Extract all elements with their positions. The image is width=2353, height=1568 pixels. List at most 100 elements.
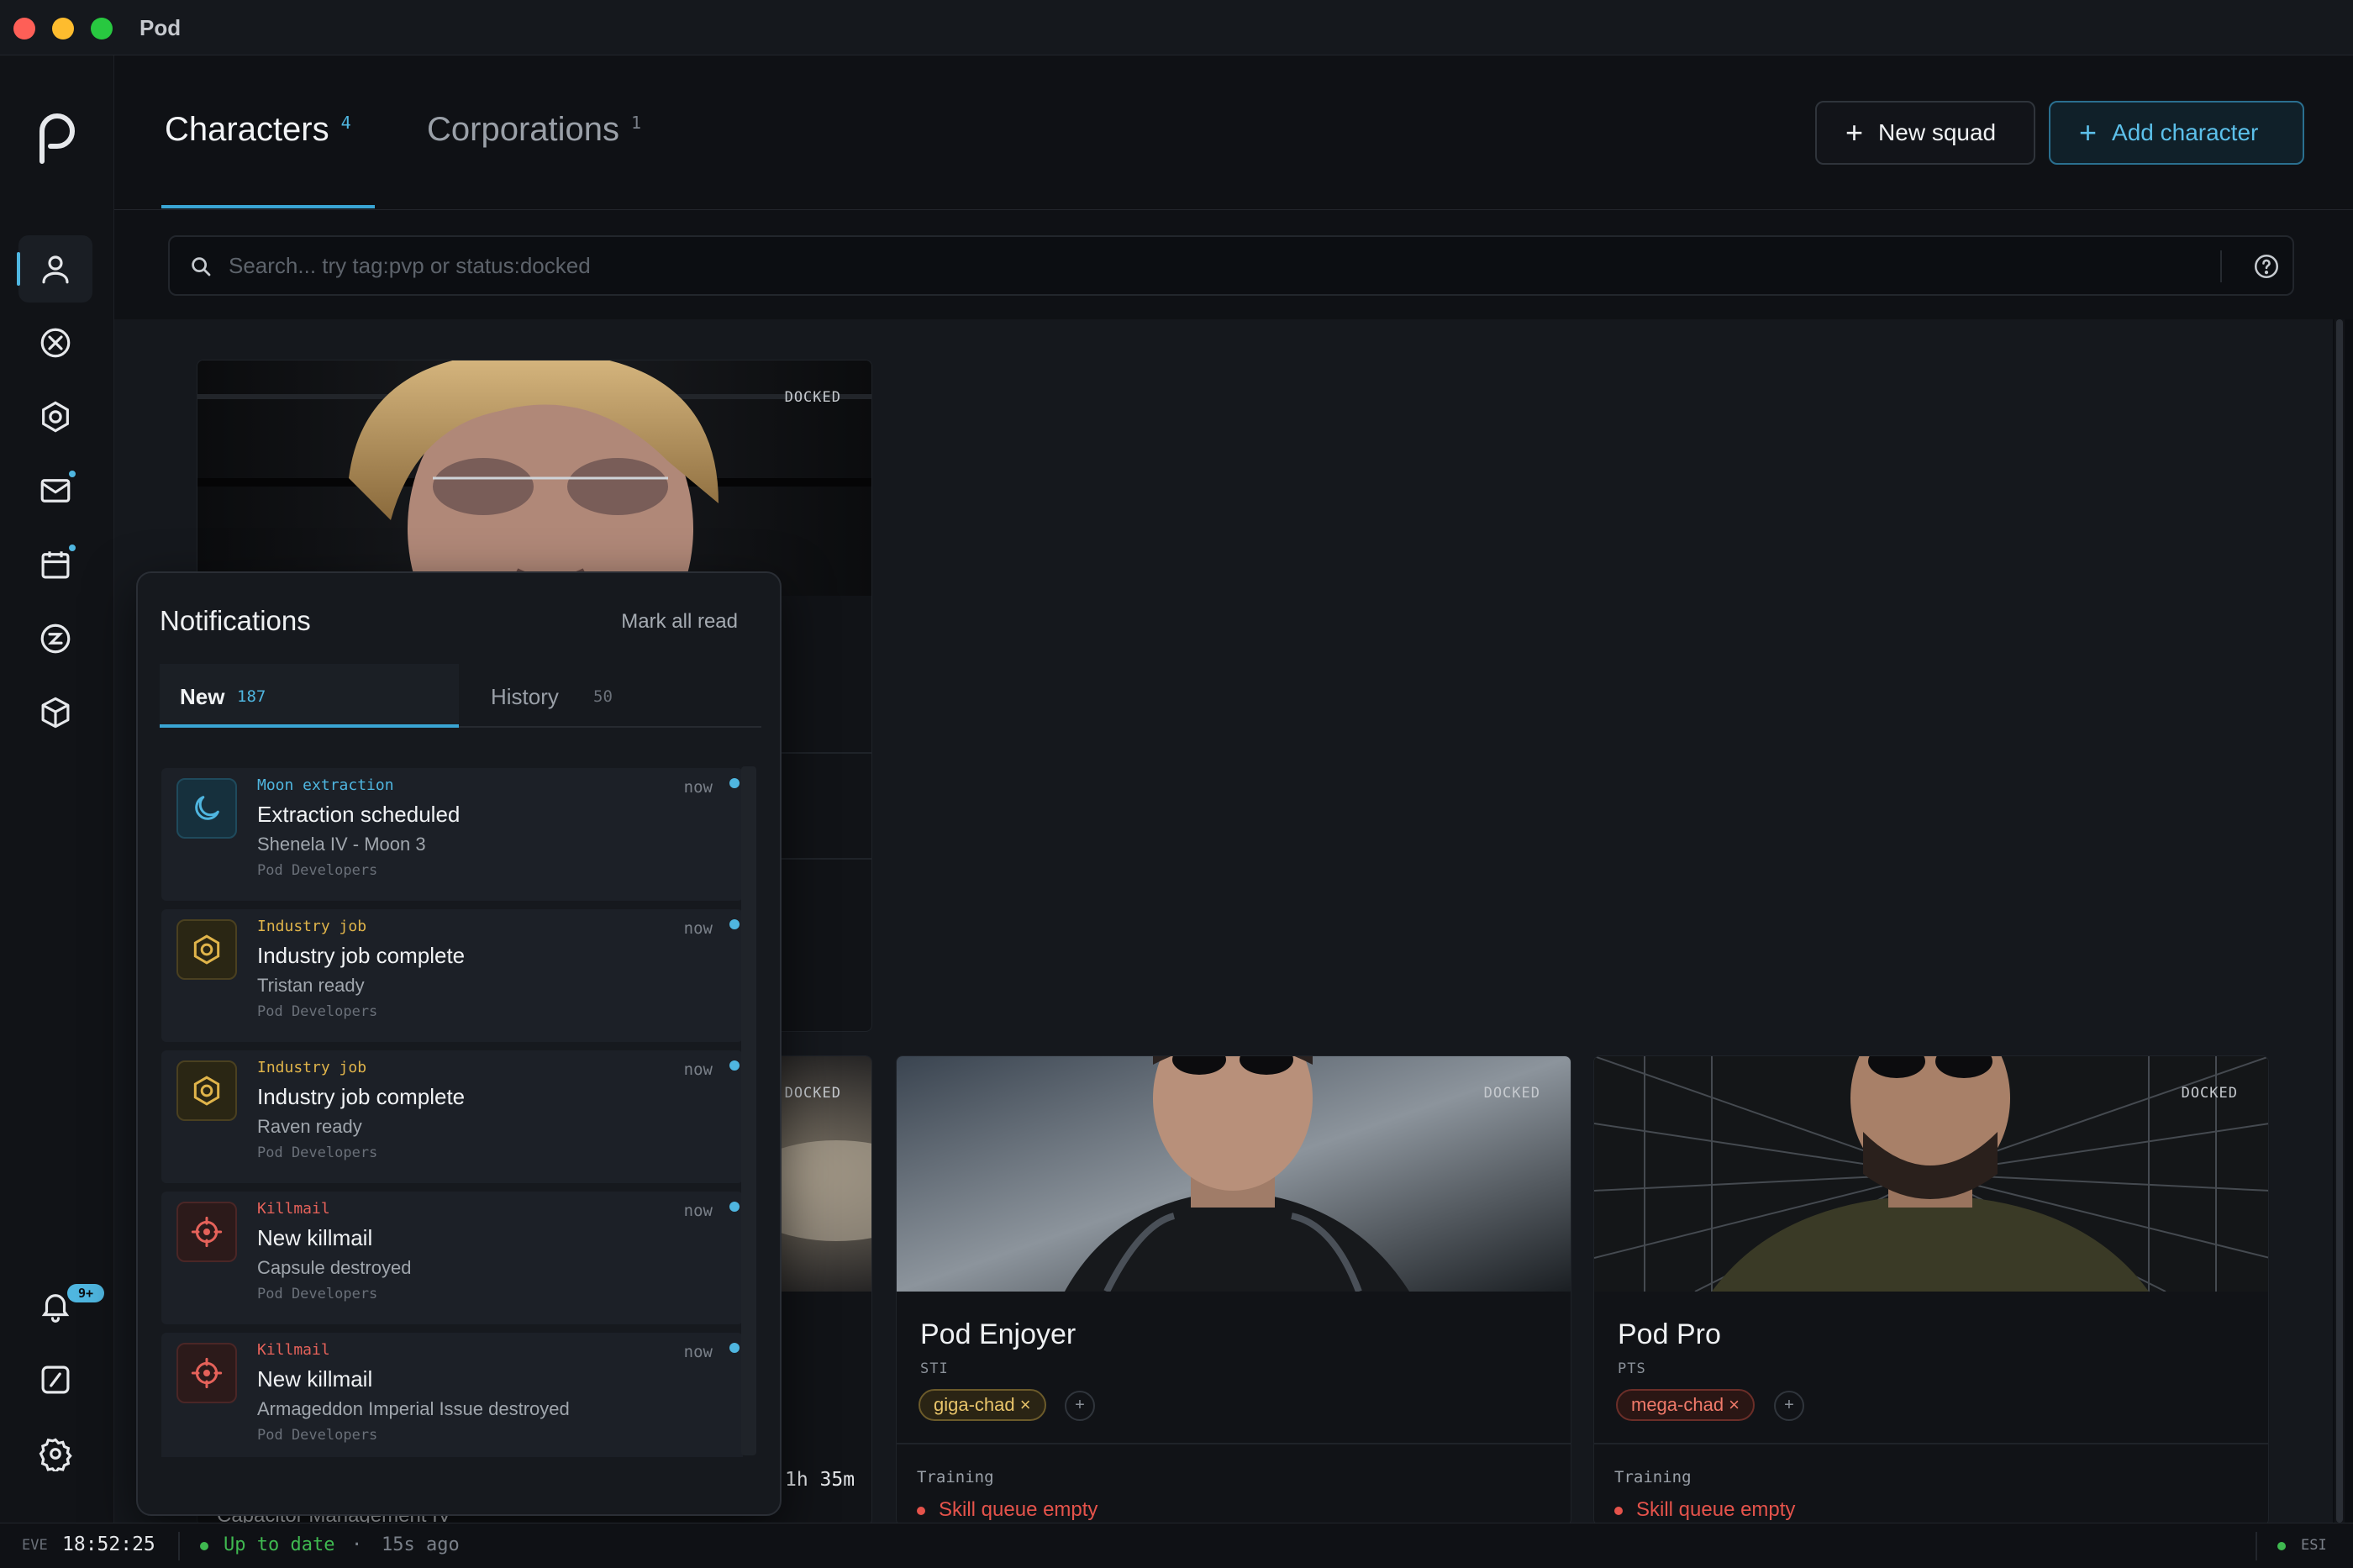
notification-subtitle: Raven ready — [257, 1116, 362, 1137]
notification-icon-box — [176, 1202, 237, 1262]
sidebar-item-mail[interactable] — [18, 457, 92, 524]
character-portrait: DOCKED — [897, 1056, 1571, 1292]
notification-title: Extraction scheduled — [257, 802, 461, 827]
new-squad-button[interactable]: + New squad — [1815, 101, 2035, 165]
notification-category: Industry job — [257, 918, 367, 935]
docked-status-badge: DOCKED — [1483, 1085, 1540, 1102]
notification-item[interactable]: Killmail New killmail Capsule destroyed … — [161, 1192, 743, 1324]
search-bar-container — [114, 210, 2353, 319]
add-tag-button[interactable]: + — [1774, 1391, 1804, 1421]
character-tag[interactable]: giga-chad × — [919, 1389, 1046, 1421]
notification-category: Killmail — [257, 1341, 330, 1359]
plus-icon: + — [2079, 115, 2098, 150]
docked-status-badge: DOCKED — [784, 1085, 841, 1102]
esi-label: ESI — [2301, 1537, 2327, 1554]
title-bar: Pod — [0, 0, 2353, 55]
character-name[interactable]: Pod Enjoyer — [920, 1318, 1076, 1351]
training-label: Training — [1614, 1468, 1692, 1486]
notification-org: Pod Developers — [257, 1286, 378, 1302]
tab-new-count: 187 — [237, 687, 266, 706]
plus-icon: + — [1845, 115, 1864, 150]
notification-category: Industry job — [257, 1059, 367, 1076]
notification-subtitle: Shenela IV - Moon 3 — [257, 834, 426, 855]
window-title: Pod — [139, 15, 182, 40]
close-window-button[interactable] — [13, 18, 35, 39]
unread-dot — [729, 778, 740, 788]
status-divider — [178, 1532, 180, 1560]
tab-corporations-count: 1 — [631, 112, 642, 133]
page-scrollbar[interactable] — [2335, 319, 2345, 1523]
sidebar-item-status[interactable] — [18, 1346, 92, 1413]
minimize-window-button[interactable] — [52, 18, 74, 39]
unread-dot — [67, 469, 77, 479]
notification-time: now — [683, 778, 713, 797]
notification-item[interactable]: Industry job Industry job complete Trist… — [161, 909, 743, 1042]
active-tab-indicator — [161, 205, 375, 208]
search-box — [168, 235, 2294, 296]
sidebar-item-calendar[interactable] — [18, 531, 92, 598]
notification-item[interactable]: Industry job Industry job complete Raven… — [161, 1050, 743, 1183]
mail-icon — [40, 479, 71, 502]
page-scrollbar-thumb[interactable] — [2336, 319, 2343, 1523]
unread-dot — [729, 1060, 740, 1071]
notification-time: now — [683, 1343, 713, 1361]
character-tag[interactable]: mega-chad × — [1616, 1389, 1756, 1421]
tab-characters-count: 4 — [340, 112, 351, 133]
notification-item[interactable]: Killmail New killmail Armageddon Imperia… — [161, 1333, 743, 1457]
notifications-title: Notifications — [160, 605, 311, 636]
search-divider — [2220, 250, 2222, 282]
character-card[interactable]: DOCKED Pod Pro PTS mega-chad × + Trainin… — [1593, 1055, 2269, 1526]
search-input[interactable] — [229, 244, 2161, 287]
help-icon[interactable] — [2252, 252, 2281, 281]
unread-dot — [729, 1202, 740, 1212]
sidebar-item-wallet[interactable] — [18, 605, 92, 672]
eve-label: EVE — [22, 1537, 48, 1554]
notification-subtitle: Armageddon Imperial Issue destroyed — [257, 1398, 570, 1419]
unread-dot — [67, 543, 77, 553]
sidebar-item-characters[interactable] — [17, 235, 92, 303]
tab-characters[interactable]: Characters 4 — [165, 111, 351, 149]
training-label: Training — [917, 1468, 994, 1486]
portrait-image-icon — [897, 1056, 1571, 1292]
notification-subtitle: Tristan ready — [257, 975, 365, 996]
add-character-button[interactable]: + Add character — [2049, 101, 2304, 165]
sync-ago: 15s ago — [382, 1534, 460, 1555]
sidebar-item-notifications[interactable]: 9+ — [18, 1272, 104, 1339]
sidebar-item-industry[interactable] — [18, 383, 92, 450]
notification-icon-box — [176, 919, 237, 980]
notification-title: Industry job complete — [257, 943, 466, 968]
portrait-image-icon — [197, 360, 871, 596]
status-divider — [2256, 1532, 2257, 1560]
notification-scrollbar[interactable] — [741, 766, 756, 1455]
pod-logo-icon — [39, 113, 75, 164]
tab-new[interactable]: New 187 — [160, 664, 459, 728]
tab-corporations-label: Corporations — [427, 111, 620, 148]
maximize-window-button[interactable] — [91, 18, 113, 39]
notification-title: New killmail — [257, 1366, 373, 1392]
mark-all-read-button[interactable]: Mark all read — [621, 610, 738, 634]
notification-title: New killmail — [257, 1225, 373, 1250]
eve-clock: 18:52:25 — [62, 1534, 155, 1555]
notification-subtitle: Capsule destroyed — [257, 1257, 412, 1278]
sidebar-item-settings[interactable] — [18, 1420, 92, 1487]
sidebar-item-killmails[interactable] — [18, 309, 92, 376]
cube-icon — [41, 697, 70, 729]
search-icon — [192, 257, 211, 276]
x-circle-icon — [40, 328, 71, 358]
notification-icon-box — [176, 1060, 237, 1121]
industry-hexagon-icon — [193, 1076, 220, 1106]
notification-item[interactable]: Moon extraction Extraction scheduled She… — [161, 768, 743, 901]
sync-status: Up to date — [224, 1534, 335, 1555]
crosshair-icon — [191, 1357, 223, 1389]
character-card[interactable]: DOCKED Pod Enjoyer STI giga-chad × + Tra… — [896, 1055, 1571, 1526]
sidebar-item-assets[interactable] — [18, 679, 92, 746]
character-name[interactable]: Pod Pro — [1618, 1318, 1721, 1351]
gauge-icon — [41, 1365, 70, 1394]
tab-corporations[interactable]: Corporations 1 — [427, 111, 641, 149]
esi-ok-dot — [2277, 1542, 2286, 1550]
tab-characters-label: Characters — [165, 111, 329, 148]
notification-org: Pod Developers — [257, 862, 378, 879]
add-tag-button[interactable]: + — [1065, 1391, 1095, 1421]
unread-dot — [729, 1343, 740, 1353]
portrait-image-icon — [1594, 1056, 2268, 1292]
